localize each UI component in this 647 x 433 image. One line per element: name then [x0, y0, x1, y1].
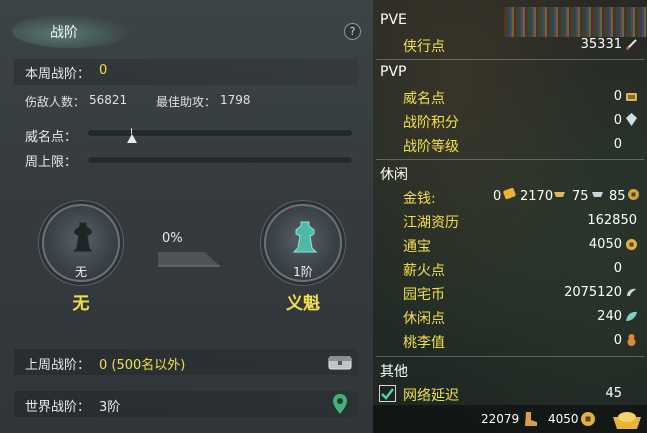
- weekly-cap-bar: [87, 156, 353, 164]
- pvp-item-label: 战阶等级: [403, 139, 459, 155]
- money-label: 金钱:: [403, 191, 436, 207]
- prestige-marker: [127, 134, 137, 143]
- weekly-rank-label: 本周战阶：: [25, 67, 91, 82]
- footer-value-b: 4050: [548, 412, 579, 426]
- footer-value-a: 22079: [481, 412, 520, 426]
- location-pin-icon[interactable]: [332, 393, 348, 415]
- chest-icon[interactable]: [328, 353, 352, 371]
- pvp-item-value: 0: [613, 89, 622, 104]
- leisure-item-label: 园宅币: [403, 287, 445, 303]
- current-rank-name: 无: [72, 294, 90, 314]
- world-rank-label: 世界战阶：: [25, 400, 91, 415]
- leisure-item-value: 240: [597, 309, 622, 324]
- gourd-icon: [627, 334, 636, 346]
- money-gold-value: 0: [493, 189, 502, 204]
- world-rank-value: 3阶: [99, 400, 121, 415]
- weekly-cap-label: 周上限：: [25, 155, 78, 170]
- kills-label: 伤敌人数：: [25, 95, 86, 109]
- pvp-item-label: 战阶积分: [403, 115, 459, 131]
- next-rank-tier: 1阶: [293, 265, 313, 279]
- sword-icon: [626, 39, 637, 50]
- leaf-icon: [626, 311, 637, 321]
- gold-ingot-icon[interactable]: [611, 407, 643, 431]
- copper-coin-icon: [628, 189, 639, 200]
- gold-ingot-icon: [503, 187, 516, 200]
- leisure-item-label: 休闲点: [403, 311, 445, 327]
- currency-footer: 22079 4050: [373, 405, 647, 433]
- scroll-icon: [626, 93, 637, 101]
- boot-icon: [525, 412, 537, 426]
- rank-panel: 战阶 ? 本周战阶： 0 伤敌人数： 56821 最佳助攻： 1798 威名点：…: [0, 0, 373, 433]
- leisure-item-label: 薪火点: [403, 263, 445, 279]
- separator: [376, 59, 644, 60]
- leisure-item-value: 162850: [587, 213, 637, 228]
- latency-checkbox[interactable]: [379, 385, 396, 402]
- silver-icon: [592, 192, 603, 197]
- leisure-section-title: 休闲: [380, 167, 408, 183]
- prestige-marker-stem: [131, 128, 132, 134]
- progress-arrow-icon: [158, 252, 220, 267]
- checkmark-icon: [381, 388, 394, 400]
- latency-value: 45: [605, 386, 622, 401]
- leisure-item-label: 江湖资历: [403, 215, 459, 231]
- garden-coin-icon: [627, 288, 636, 296]
- crystal-icon: [626, 113, 637, 126]
- coin-icon: [626, 239, 637, 250]
- pve-item-value: 35331: [580, 37, 622, 52]
- money-copper-value: 85: [609, 189, 626, 204]
- leisure-item-value: 4050: [588, 237, 622, 252]
- latency-label: 网络延迟: [403, 388, 459, 404]
- separator: [376, 356, 644, 357]
- coin-icon: [581, 412, 595, 426]
- leisure-item-value: 0: [613, 261, 622, 276]
- last-week-value: 0 (500名以外): [99, 358, 186, 373]
- rank-panel-header: 战阶: [0, 10, 373, 48]
- assist-label: 最佳助攻：: [156, 95, 217, 109]
- next-rank-name: 义魁: [286, 294, 320, 314]
- leisure-item-value: 0: [613, 333, 622, 348]
- currency-panel: PVE 侠行点 35331 PVP 威名点 0 战阶积分 0 战阶等级 0 休闲…: [373, 0, 647, 433]
- pvp-section-title: PVP: [380, 64, 407, 80]
- panel-title: 战阶: [50, 25, 78, 41]
- assist-value: 1798: [220, 93, 251, 107]
- pvp-item-value: 0: [613, 137, 622, 152]
- money-silver-value: 75: [572, 189, 589, 204]
- separator: [376, 159, 644, 160]
- jade-vase-icon: [292, 221, 318, 253]
- leisure-item-value: 2075120: [564, 285, 622, 300]
- other-section-title: 其他: [380, 364, 408, 380]
- silver-ingot-icon: [554, 192, 565, 197]
- money-silver-ingot-value: 2170: [520, 189, 554, 204]
- weekly-rank-value: 0: [99, 63, 108, 78]
- pve-item-label: 侠行点: [403, 39, 445, 55]
- prestige-label: 威名点：: [25, 130, 78, 145]
- leisure-item-label: 桃李值: [403, 335, 445, 351]
- vase-icon: [70, 221, 96, 253]
- pvp-item-value: 0: [613, 113, 622, 128]
- last-week-label: 上周战阶：: [25, 358, 91, 373]
- pvp-item-label: 威名点: [403, 91, 445, 107]
- pve-section-title: PVE: [380, 12, 407, 28]
- current-rank-tier: 无: [74, 265, 87, 279]
- leisure-item-label: 通宝: [403, 239, 431, 255]
- kills-value: 56821: [89, 93, 128, 107]
- help-button[interactable]: ?: [344, 23, 361, 40]
